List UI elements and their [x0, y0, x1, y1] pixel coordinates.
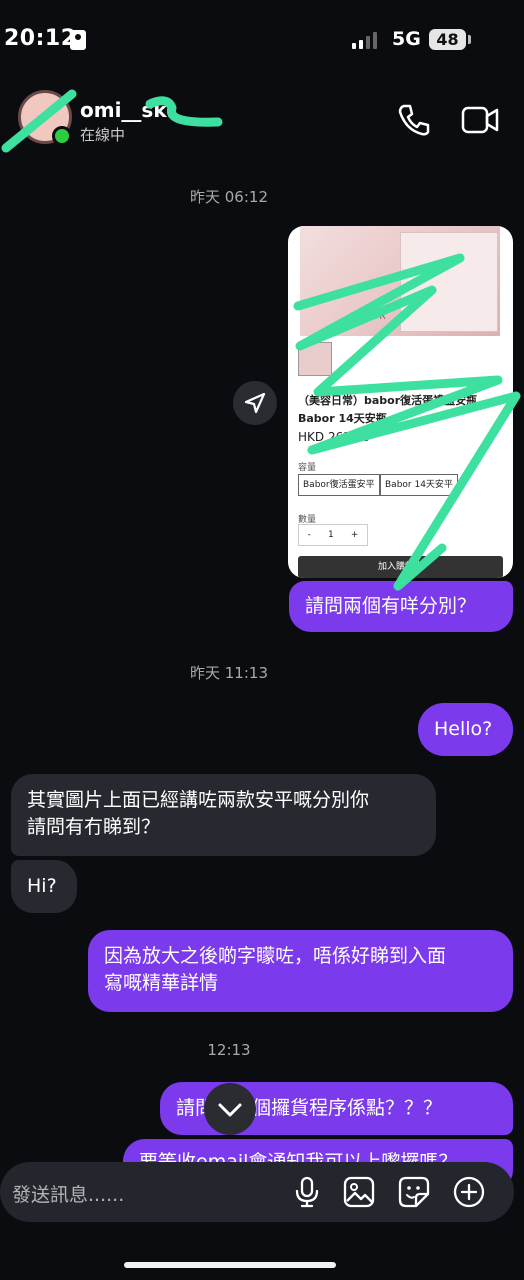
- product-thumbnail: [298, 342, 332, 376]
- timestamp: 昨天 06:12: [190, 188, 268, 206]
- message-outgoing[interactable]: 因為放大之後啲字矇咗，唔係好睇到入面 寫嘅精華詳情: [88, 930, 513, 1012]
- signal-icon: [352, 32, 377, 49]
- message-input[interactable]: 發送訊息......: [12, 1180, 124, 1207]
- battery-tip: [468, 35, 471, 44]
- sticker-icon[interactable]: [398, 1176, 430, 1208]
- id-card-icon: [70, 30, 86, 50]
- contact-name[interactable]: omi__ski: [80, 98, 174, 122]
- message-line: 其實圖片上面已經講咗兩款安平嘅分別你: [27, 789, 370, 811]
- option-ampoule-easter: Babor復活蛋安平: [298, 474, 380, 496]
- message-outgoing[interactable]: 請問兩個有咩分別？: [289, 581, 513, 632]
- product-title: （美容日常）babor復活蛋禮盒安瓶 Babor 14天安瓶: [298, 394, 478, 425]
- plus-icon[interactable]: [453, 1176, 485, 1208]
- product-price: HKD 265.00: [298, 430, 370, 444]
- message-line: 請問有冇睇到？: [27, 816, 161, 838]
- add-to-cart-button: 加入購物車: [298, 556, 503, 578]
- network-label: 5G: [392, 28, 421, 50]
- product-photo: BABOR: [300, 226, 500, 336]
- message-incoming[interactable]: 其實圖片上面已經講咗兩款安平嘅分別你 請問有冇睇到？: [11, 774, 436, 856]
- video-icon[interactable]: [460, 102, 500, 138]
- message-line: 寫嘅精華詳情: [104, 972, 219, 994]
- qty-minus: -: [307, 530, 311, 540]
- online-indicator: [52, 126, 72, 146]
- shared-image-card[interactable]: BABOR （美容日常）babor復活蛋禮盒安瓶 Babor 14天安瓶 HKD…: [288, 226, 513, 578]
- chevron-down-icon: [218, 1103, 242, 1117]
- image-icon[interactable]: [343, 1176, 375, 1208]
- share-button[interactable]: [233, 381, 277, 425]
- message-outgoing[interactable]: Hello?: [418, 703, 513, 756]
- option-label: 容量: [298, 463, 317, 473]
- scroll-down-button[interactable]: [204, 1083, 256, 1135]
- contact-status: 在線中: [80, 126, 126, 144]
- qty-plus: +: [350, 530, 359, 540]
- qty-stepper: - 1 +: [298, 524, 368, 546]
- option-ampoule-14day: Babor 14天安平: [380, 474, 458, 496]
- timestamp: 12:13: [207, 1041, 251, 1059]
- message-line: 因為放大之後啲字矇咗，唔係好睇到入面: [104, 945, 447, 967]
- brand-logo: BABOR: [350, 312, 387, 322]
- mic-icon[interactable]: [294, 1176, 320, 1208]
- battery-indicator: 48: [429, 29, 466, 50]
- product-info-panel: [400, 232, 498, 332]
- qty-value: 1: [327, 530, 334, 540]
- home-indicator: [124, 1262, 336, 1268]
- message-incoming[interactable]: Hi?: [11, 860, 77, 913]
- phone-icon[interactable]: [396, 102, 432, 138]
- timestamp: 昨天 11:13: [190, 664, 268, 682]
- send-icon: [244, 392, 266, 414]
- status-time: 20:12: [4, 26, 77, 51]
